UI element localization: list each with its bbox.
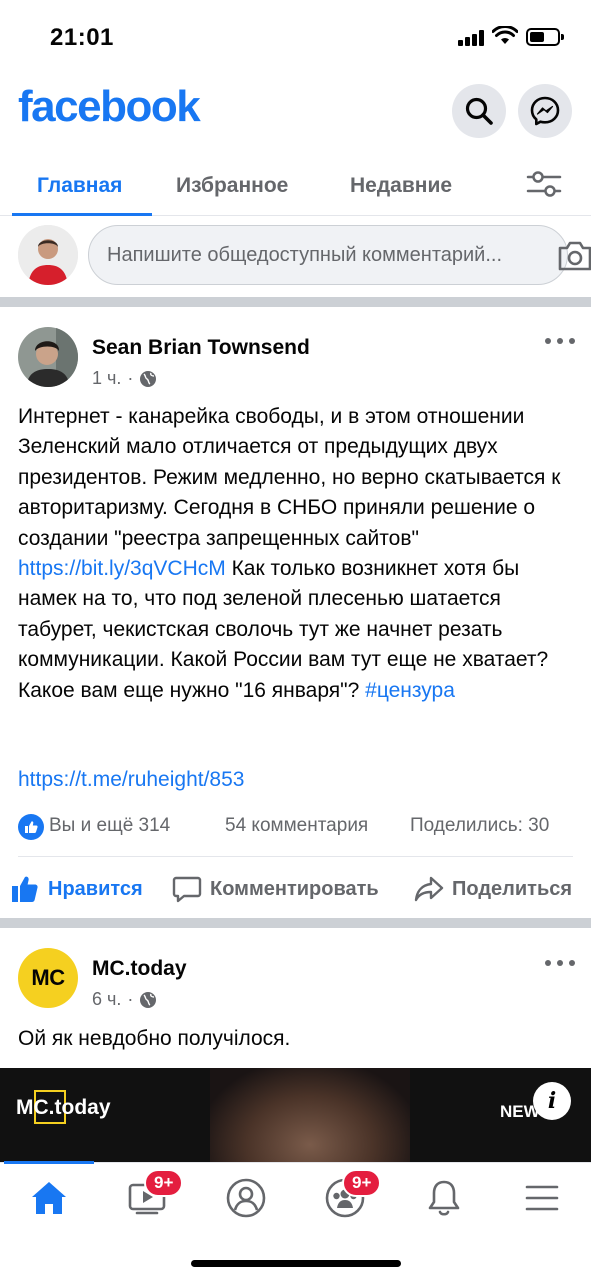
- reactions-count[interactable]: Вы и ещё 314: [49, 815, 170, 837]
- post-author-avatar[interactable]: [18, 327, 78, 387]
- nav-notifications[interactable]: [419, 1175, 469, 1221]
- post-actions: Нравится Комментировать Поделиться: [0, 864, 591, 914]
- post-more-button[interactable]: [545, 960, 575, 970]
- video-notification-badge: 9+: [144, 1169, 184, 1197]
- bell-icon: [428, 1180, 460, 1216]
- post-meta: 1 ч. ·: [92, 368, 157, 389]
- post-author-avatar[interactable]: MC: [18, 948, 78, 1008]
- battery-icon: [526, 28, 564, 46]
- camera-icon[interactable]: [556, 239, 591, 273]
- post-link-bitly[interactable]: https://bit.ly/3qVCHcM: [18, 557, 226, 580]
- tab-favorites[interactable]: Избранное: [176, 174, 288, 198]
- post-stats: Вы и ещё 314 54 комментария Поделились: …: [18, 814, 573, 842]
- post-link-telegram-wrap: https://t.me/ruheight/853: [18, 765, 578, 795]
- post-link-telegram[interactable]: https://t.me/ruheight/853: [18, 768, 244, 791]
- like-reaction-icon: [18, 814, 44, 840]
- comment-input[interactable]: Напишите общедоступный комментарий...: [88, 225, 568, 285]
- facebook-logo[interactable]: facebook: [18, 82, 201, 132]
- post-more-button[interactable]: [545, 338, 575, 348]
- share-icon: [414, 876, 444, 902]
- post-hashtag[interactable]: #цензура: [365, 679, 455, 702]
- post-text: Интернет - канарейка свободы, и в этом о…: [18, 405, 561, 550]
- nav-watch[interactable]: 9+: [122, 1169, 184, 1221]
- video-watermark: MC.today: [16, 1096, 111, 1119]
- feed-separator: [0, 297, 591, 307]
- globe-icon: [140, 991, 157, 1008]
- user-avatar[interactable]: [18, 225, 78, 285]
- post-author-name[interactable]: Sean Brian Townsend: [92, 336, 310, 360]
- comments-count[interactable]: 54 комментария: [225, 815, 368, 837]
- status-bar: 21:01: [0, 0, 591, 76]
- comment-composer: Напишите общедоступный комментарий...: [0, 217, 591, 297]
- mc-avatar-text: MC: [31, 965, 65, 990]
- tab-home[interactable]: Главная: [37, 174, 122, 198]
- hamburger-menu-icon: [525, 1185, 559, 1211]
- comment-button[interactable]: Комментировать: [172, 864, 379, 914]
- status-time: 21:01: [50, 24, 114, 51]
- app-header: facebook: [0, 76, 591, 146]
- search-button[interactable]: [452, 84, 506, 138]
- active-tab-indicator: [12, 213, 152, 216]
- post-meta: 6 ч. ·: [92, 989, 157, 1010]
- active-nav-indicator: [4, 1161, 94, 1164]
- nav-home[interactable]: [24, 1175, 74, 1221]
- home-indicator[interactable]: [191, 1260, 401, 1267]
- post-video[interactable]: MC.today NEW i: [0, 1068, 591, 1164]
- share-label: Поделиться: [452, 877, 573, 900]
- home-icon: [32, 1182, 66, 1214]
- video-frame: [210, 1068, 410, 1164]
- comment-label: Комментировать: [210, 877, 379, 900]
- post-body: Интернет - канарейка свободы, и в этом о…: [18, 402, 578, 706]
- share-button[interactable]: Поделиться: [414, 864, 572, 914]
- post-time[interactable]: 6 ч.: [92, 989, 121, 1010]
- groups-notification-badge: 9+: [342, 1169, 382, 1197]
- feed-separator: [0, 918, 591, 928]
- meta-separator: ·: [127, 989, 134, 1009]
- nav-groups[interactable]: 9+: [320, 1169, 382, 1221]
- shares-count[interactable]: Поделились: 30: [410, 815, 549, 837]
- post-author-name[interactable]: MC.today: [92, 957, 187, 981]
- cellular-signal-icon: [458, 30, 486, 46]
- messenger-button[interactable]: [518, 84, 572, 138]
- messenger-icon: [530, 96, 560, 126]
- profile-icon: [226, 1178, 266, 1218]
- thumbs-up-icon: [12, 876, 38, 902]
- stats-divider: [18, 856, 573, 857]
- globe-icon: [140, 370, 157, 387]
- search-icon: [465, 97, 493, 125]
- nav-menu[interactable]: [517, 1175, 567, 1221]
- info-icon[interactable]: i: [533, 1082, 571, 1120]
- like-button[interactable]: Нравится: [10, 864, 143, 914]
- feed-tabs: Главная Избранное Недавние: [0, 156, 591, 216]
- comment-icon: [172, 876, 202, 903]
- like-label: Нравится: [48, 877, 143, 900]
- wifi-icon: [492, 26, 518, 44]
- post-text: Ой як невдобно получілося.: [18, 1027, 291, 1050]
- nav-profile[interactable]: [221, 1175, 271, 1221]
- filter-icon[interactable]: [526, 168, 562, 200]
- meta-separator: ·: [127, 368, 134, 388]
- post-time[interactable]: 1 ч.: [92, 368, 121, 389]
- tab-recent[interactable]: Недавние: [350, 174, 452, 198]
